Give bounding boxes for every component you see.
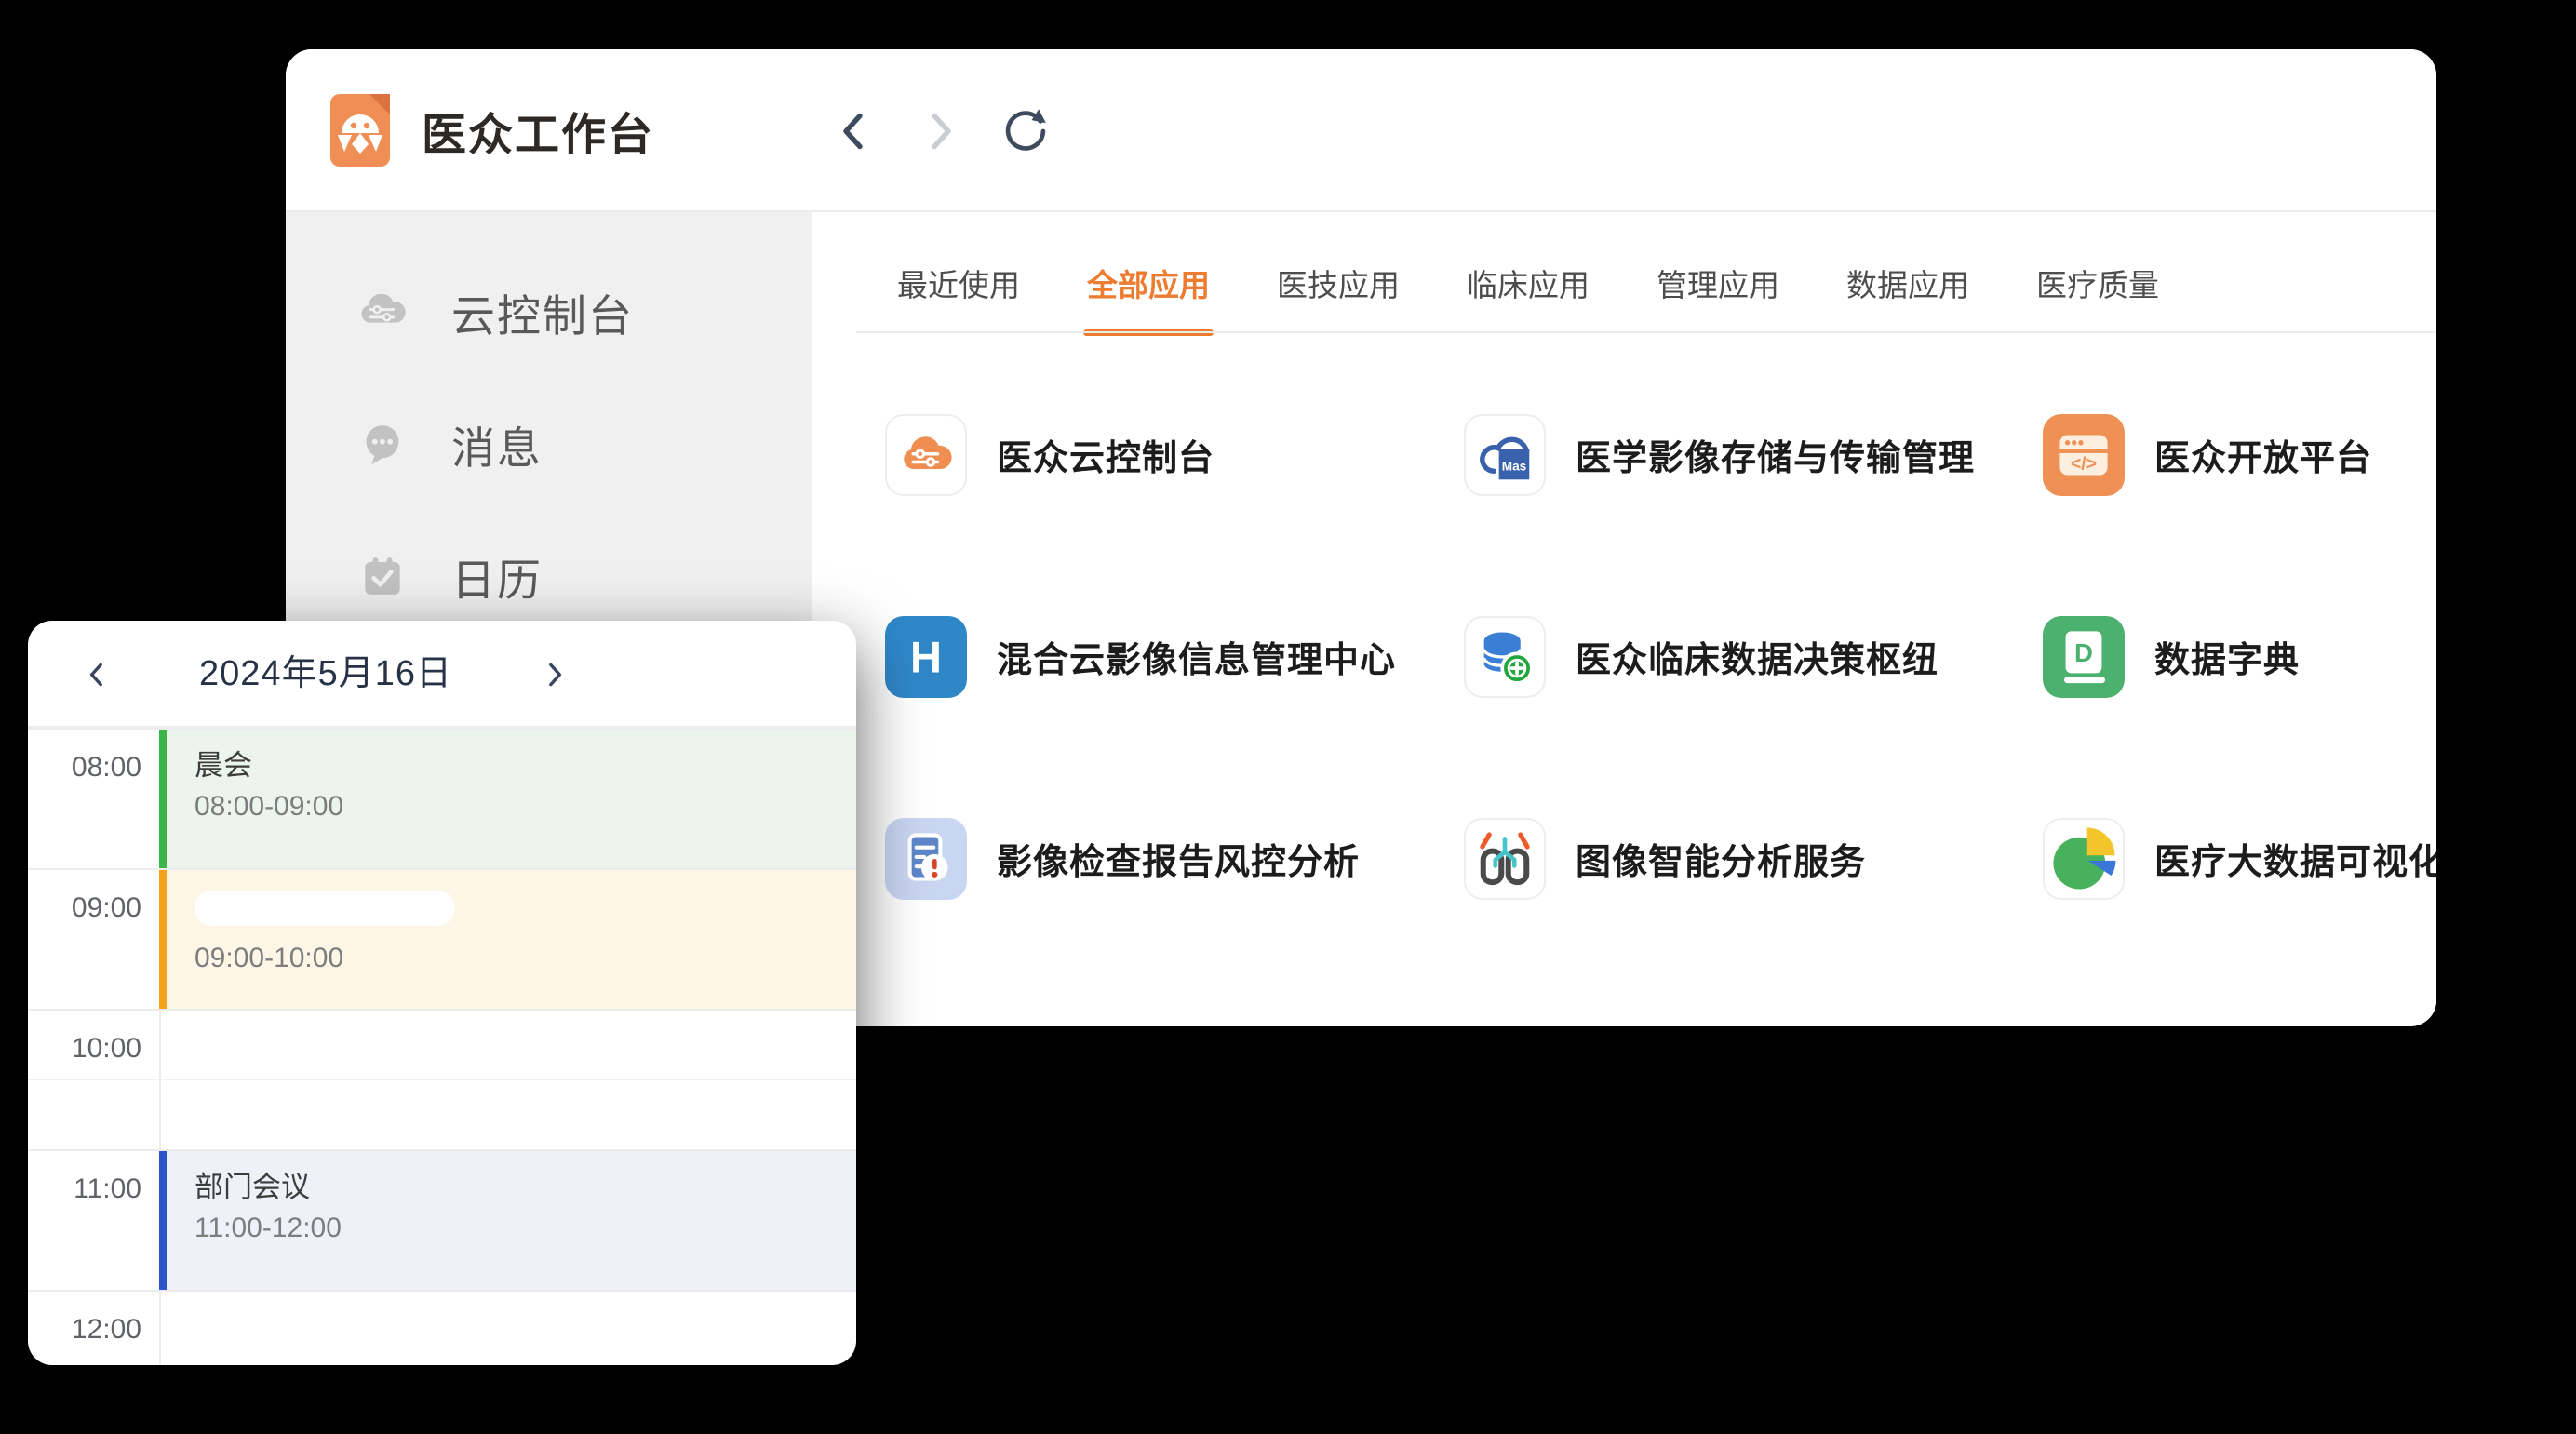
app-name: 影像检查报告风控分析	[997, 833, 1360, 884]
time-label: 12:00	[28, 1314, 141, 1346]
dictionary-icon: D	[2043, 616, 2125, 698]
app-report-risk-analysis[interactable]: 影像检查报告风控分析	[885, 818, 1464, 900]
tab-quality[interactable]: 医疗质量	[2036, 233, 2159, 333]
nav-controls	[830, 49, 1050, 212]
pie-chart-icon	[2046, 822, 2121, 896]
forward-button[interactable]	[916, 107, 964, 155]
svg-text:</>: </>	[2071, 453, 2097, 474]
app-name: 医众临床数据决策枢纽	[1576, 631, 1939, 682]
calendar-prev-button[interactable]	[65, 621, 130, 728]
app-name: 混合云影像信息管理中心	[997, 631, 1396, 682]
app-data-dictionary[interactable]: D 数据字典	[2043, 616, 2436, 698]
tab-label: 最近使用	[897, 261, 1020, 305]
database-plus-icon	[1468, 620, 1542, 694]
refresh-button[interactable]	[1001, 107, 1050, 155]
app-name: 医众云控制台	[997, 429, 1214, 480]
calendar-event-redacted[interactable]: 09:00-10:00	[159, 870, 856, 1009]
calendar-event-morning-meeting[interactable]: 晨会 08:00-09:00	[159, 730, 856, 868]
window-title: 医众工作台	[422, 98, 654, 163]
tab-label: 临床应用	[1467, 261, 1590, 305]
chevron-right-icon	[540, 659, 568, 690]
tab-label: 数据应用	[1846, 261, 1969, 305]
time-label: 09:00	[28, 892, 141, 924]
calendar-body: 08:00 晨会 08:00-09:00 09:00 09:00-10:00 1…	[28, 728, 856, 1365]
app-open-platform[interactable]: </> 医众开放平台	[2043, 414, 2436, 496]
refresh-icon	[1001, 107, 1050, 155]
calendar-row-0800: 08:00 晨会 08:00-09:00	[28, 728, 856, 868]
message-icon	[356, 418, 409, 470]
sidebar-item-label: 日历	[451, 544, 543, 609]
event-time: 08:00-09:00	[195, 791, 856, 823]
svg-text:H: H	[910, 632, 942, 681]
app-name: 医众开放平台	[2154, 429, 2372, 480]
open-platform-icon: </>	[2043, 414, 2125, 496]
event-time: 09:00-10:00	[195, 943, 856, 974]
tab-label: 医技应用	[1277, 261, 1400, 305]
tab-medtech-apps[interactable]: 医技应用	[1277, 233, 1400, 333]
lungs-icon	[1468, 822, 1542, 896]
app-name: 图像智能分析服务	[1576, 833, 1866, 884]
event-title-redacted-pill	[195, 891, 455, 926]
event-time: 11:00-12:00	[195, 1213, 856, 1244]
window-header: 医众工作台	[286, 49, 2436, 212]
calendar-row-1000: 10:00	[28, 1009, 856, 1149]
svg-text:Mas: Mas	[1502, 459, 1526, 473]
sidebar-item-cloud-console[interactable]: 云控制台	[286, 246, 812, 378]
app-clinical-data-hub[interactable]: 医众临床数据决策枢纽	[1464, 616, 2043, 698]
event-title: 晨会	[195, 746, 856, 785]
app-cloud-console[interactable]: 医众云控制台	[885, 414, 1464, 496]
screen: 医众工作台	[0, 0, 2576, 1434]
tab-label: 管理应用	[1657, 261, 1779, 305]
content-area: 最近使用 全部应用 医技应用 临床应用 管理应用 数据应用 医疗质量	[812, 212, 2436, 1025]
sidebar-item-messages[interactable]: 消息	[286, 378, 812, 510]
tabbar-divider	[856, 331, 2436, 333]
tab-clinical-apps[interactable]: 临床应用	[1467, 233, 1590, 333]
cloud-settings-icon	[356, 286, 409, 338]
tab-recent[interactable]: 最近使用	[897, 233, 1020, 333]
forward-icon	[921, 109, 959, 154]
app-image-storage-transfer[interactable]: Mas 医学影像存储与传输管理	[1464, 414, 2043, 496]
tab-all-apps[interactable]: 全部应用	[1087, 233, 1210, 333]
back-icon	[836, 109, 873, 154]
app-hybrid-cloud-imaging[interactable]: H 混合云影像信息管理中心	[885, 616, 1464, 698]
tab-management-apps[interactable]: 管理应用	[1657, 233, 1779, 333]
back-button[interactable]	[830, 107, 879, 155]
app-big-data-visualization[interactable]: 医疗大数据可视化	[2043, 818, 2436, 900]
report-risk-icon	[885, 818, 967, 900]
tab-data-apps[interactable]: 数据应用	[1846, 233, 1969, 333]
calendar-icon	[356, 550, 409, 602]
apps-grid: 医众云控制台 Mas 医学影像存储与传输管理	[812, 333, 2436, 959]
calendar-row-1100: 11:00 部门会议 11:00-12:00	[28, 1149, 856, 1290]
app-image-ai-analysis[interactable]: 图像智能分析服务	[1464, 818, 2043, 900]
h-letter-icon: H	[885, 616, 967, 698]
calendar-date-label: 2024年5月16日	[149, 621, 503, 728]
cloud-console-icon	[898, 427, 954, 483]
sidebar-item-label: 云控制台	[451, 280, 634, 344]
time-label: 10:00	[28, 1033, 141, 1065]
svg-text:D: D	[2074, 638, 2093, 667]
chevron-left-icon	[84, 659, 112, 690]
app-name: 医疗大数据可视化	[2154, 833, 2436, 884]
app-name: 医学影像存储与传输管理	[1576, 429, 1975, 480]
calendar-event-department-meeting[interactable]: 部门会议 11:00-12:00	[159, 1151, 856, 1290]
sidebar-item-label: 消息	[451, 412, 543, 476]
half-hour-gridline	[28, 1079, 856, 1080]
calendar-next-button[interactable]	[521, 621, 586, 728]
time-label: 08:00	[28, 752, 141, 784]
calendar-header: 2024年5月16日	[28, 621, 856, 728]
calendar-row-0900: 09:00 09:00-10:00	[28, 868, 856, 1009]
mas-cloud-icon: Mas	[1469, 419, 1541, 491]
calendar-panel: 2024年5月16日 08:00 晨会 08:00-09:00 09:00	[28, 621, 856, 1365]
app-name: 数据字典	[2154, 631, 2300, 682]
event-title: 部门会议	[195, 1168, 856, 1207]
time-label: 11:00	[28, 1173, 141, 1205]
tab-bar: 最近使用 全部应用 医技应用 临床应用 管理应用 数据应用 医疗质量	[812, 212, 2436, 333]
tab-label: 医疗质量	[2036, 261, 2159, 305]
app-logo-icon	[330, 94, 390, 167]
tab-label: 全部应用	[1087, 261, 1210, 305]
calendar-row-1200: 12:00	[28, 1290, 856, 1365]
